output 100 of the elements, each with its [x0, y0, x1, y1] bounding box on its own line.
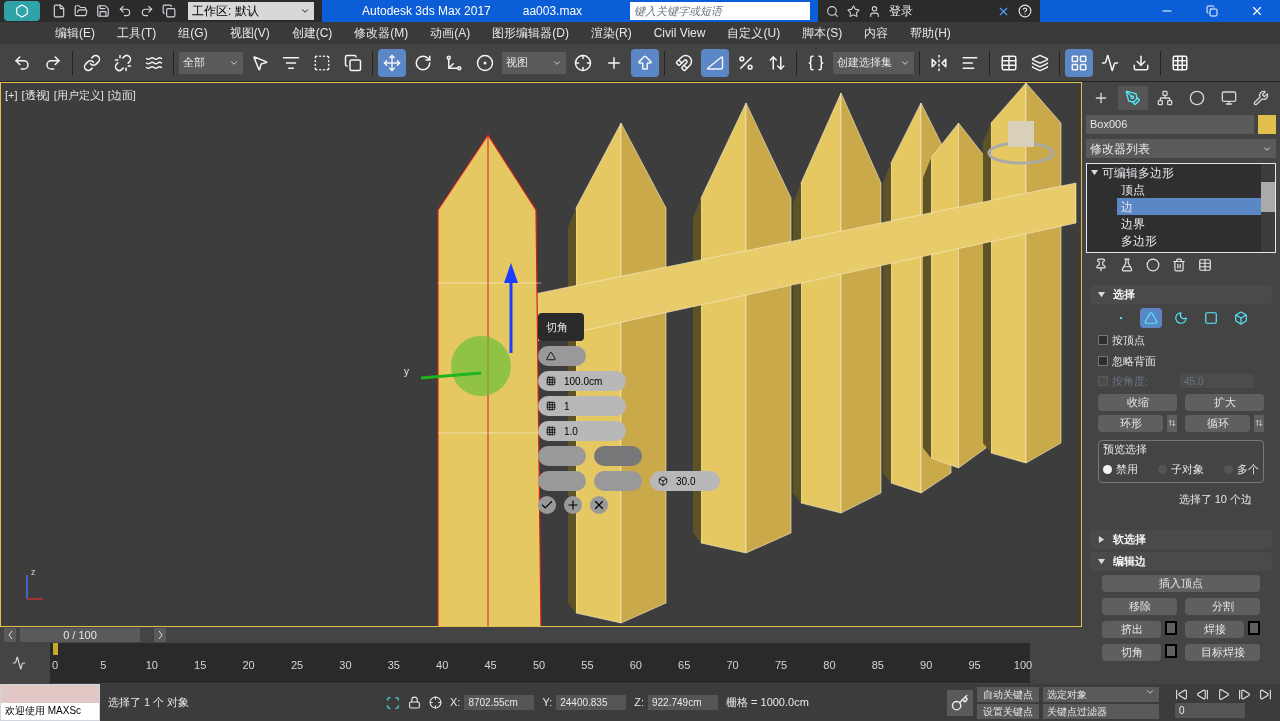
search-icon[interactable]	[826, 4, 840, 18]
go-to-end-icon[interactable]	[1259, 687, 1272, 701]
menu-item[interactable]: 视图(V)	[229, 24, 270, 42]
toolbar-button[interactable]	[1065, 48, 1093, 77]
menu-item[interactable]: Civil View	[653, 24, 706, 42]
menu-item[interactable]: 组(G)	[178, 24, 208, 42]
settings-icon[interactable]	[1165, 621, 1177, 635]
stack-subitem[interactable]: 顶点	[1117, 181, 1261, 198]
viewport-label[interactable]: [+]	[5, 87, 18, 104]
spinner-icon[interactable]	[1167, 414, 1177, 432]
stack-subitem[interactable]: 边界	[1117, 215, 1261, 232]
next-frame-icon[interactable]	[1238, 687, 1251, 701]
caddy-field[interactable]: 1.0	[538, 421, 626, 441]
next-frame-button[interactable]	[154, 628, 166, 642]
expanded-arrow-icon[interactable]	[1098, 558, 1105, 565]
toolbar-button[interactable]	[378, 48, 406, 77]
collapsed-arrow-icon[interactable]	[1098, 536, 1105, 543]
checkbox[interactable]	[1098, 335, 1108, 346]
caddy-toggle[interactable]	[594, 471, 642, 491]
help-icon[interactable]	[1018, 4, 1033, 18]
workspace-dropdown[interactable]: 工作区: 默认	[188, 2, 314, 20]
stack-subitem[interactable]: 多边形	[1117, 232, 1261, 249]
key-filter-button[interactable]: 关键点过滤器	[1043, 703, 1159, 719]
ok-icon[interactable]	[538, 496, 556, 514]
caddy-toggle[interactable]	[538, 471, 586, 491]
coordinate-field[interactable]: 8702.55cm	[464, 695, 535, 710]
script-listener-input[interactable]	[1, 685, 99, 703]
rollout-header[interactable]: 选择	[1090, 285, 1272, 304]
move-gizmo-drawing[interactable]	[420, 263, 518, 380]
caddy-field[interactable]: 1	[538, 396, 626, 416]
toolbar-button[interactable]	[701, 48, 729, 77]
panel-button[interactable]: 切角	[1102, 644, 1161, 661]
menu-item[interactable]: 动画(A)	[430, 24, 471, 42]
menu-item[interactable]: 修改器(M)	[354, 24, 409, 42]
app-logo-icon[interactable]	[4, 1, 40, 21]
trash-icon[interactable]	[1172, 258, 1186, 272]
close-icon[interactable]	[1250, 4, 1264, 18]
star-icon[interactable]	[847, 4, 861, 18]
current-frame-field[interactable]: 0	[1175, 702, 1245, 718]
set-key-button[interactable]: 设置关键点	[977, 703, 1039, 719]
panel-button[interactable]: 挤出	[1102, 621, 1161, 638]
object-name-field[interactable]: Box006	[1086, 115, 1254, 134]
configure-icon[interactable]	[1198, 258, 1212, 272]
menu-item[interactable]: 渲染(R)	[591, 24, 632, 42]
search-field[interactable]: 键入关键字或短语	[630, 2, 811, 20]
toolbar-dropdown[interactable]: 视图	[502, 51, 566, 74]
rollout-header[interactable]: 编辑边	[1090, 552, 1272, 571]
command-tab[interactable]	[1118, 86, 1148, 110]
pin-icon[interactable]	[1094, 258, 1108, 272]
coordinate-field[interactable]: 922.749cm	[648, 695, 718, 710]
caddy-field[interactable]: 100.0cm	[538, 371, 626, 391]
save-icon[interactable]	[96, 4, 110, 18]
isolate-icon[interactable]	[386, 695, 400, 710]
folder-icon[interactable]	[74, 4, 88, 18]
toolbar-button[interactable]	[631, 48, 659, 77]
expanded-arrow-icon[interactable]	[1098, 291, 1105, 298]
settings-icon[interactable]	[1165, 644, 1177, 658]
viewport-label[interactable]: [用户定义]	[53, 87, 104, 104]
object-color-swatch[interactable]	[1258, 115, 1276, 134]
checkbox[interactable]	[1098, 355, 1108, 366]
timeline-track[interactable]: 0 5 10 15 20 25 30 35 40 45 50 55 60 65 70 75 80 85 90 95 100	[50, 643, 1030, 683]
toolbar-dropdown[interactable]: 全部	[179, 51, 243, 74]
panel-button[interactable]: 分割	[1185, 598, 1260, 615]
previous-frame-icon[interactable]	[1196, 687, 1209, 701]
script-listener-output[interactable]: 欢迎使用 MAXSc	[1, 703, 99, 720]
panel-button[interactable]: 环形	[1098, 414, 1163, 432]
viewport-label[interactable]: [边面]	[107, 87, 136, 104]
panel-button[interactable]: 目标焊接	[1185, 644, 1260, 661]
panel-button[interactable]: 焊接	[1185, 621, 1244, 638]
undo-icon[interactable]	[118, 4, 132, 18]
panel-button[interactable]: 收缩	[1098, 393, 1177, 411]
key-mode-dropdown[interactable]: 选定对象	[1043, 686, 1159, 702]
panel-button[interactable]: 扩大	[1185, 393, 1264, 411]
caddy-field[interactable]: 30.0	[650, 471, 720, 491]
redo-icon[interactable]	[140, 4, 154, 18]
apply-icon[interactable]	[564, 496, 582, 514]
menu-item[interactable]: 帮助(H)	[910, 24, 951, 42]
curve-icon[interactable]	[12, 656, 26, 670]
panel-button[interactable]: 循环	[1185, 414, 1250, 432]
menu-item[interactable]: 脚本(S)	[802, 24, 843, 42]
new-file-icon[interactable]	[52, 4, 66, 18]
radio-button[interactable]	[1103, 464, 1112, 474]
restore-icon[interactable]	[1206, 5, 1218, 17]
settings-icon[interactable]	[1248, 621, 1260, 635]
time-marker[interactable]	[53, 643, 58, 655]
panel-button[interactable]: 移除	[1102, 598, 1177, 615]
user-icon[interactable]	[868, 4, 882, 18]
viewport-label[interactable]: [透视]	[21, 87, 50, 104]
menu-item[interactable]: 创建(C)	[291, 24, 333, 42]
caddy-toggle[interactable]	[594, 446, 642, 466]
expanded-arrow-icon[interactable]	[1091, 169, 1098, 176]
caddy-toggle[interactable]	[538, 446, 586, 466]
menu-item[interactable]: 编辑(E)	[55, 24, 95, 42]
go-to-start-icon[interactable]	[1175, 687, 1188, 701]
prev-frame-button[interactable]	[4, 628, 16, 642]
caddy-field[interactable]	[538, 346, 586, 366]
menu-item[interactable]: 工具(T)	[117, 24, 157, 42]
toolbar-dropdown[interactable]: 创建选择集	[833, 51, 914, 74]
scrollbar[interactable]	[1261, 164, 1275, 252]
set-key-icon[interactable]	[947, 689, 973, 716]
